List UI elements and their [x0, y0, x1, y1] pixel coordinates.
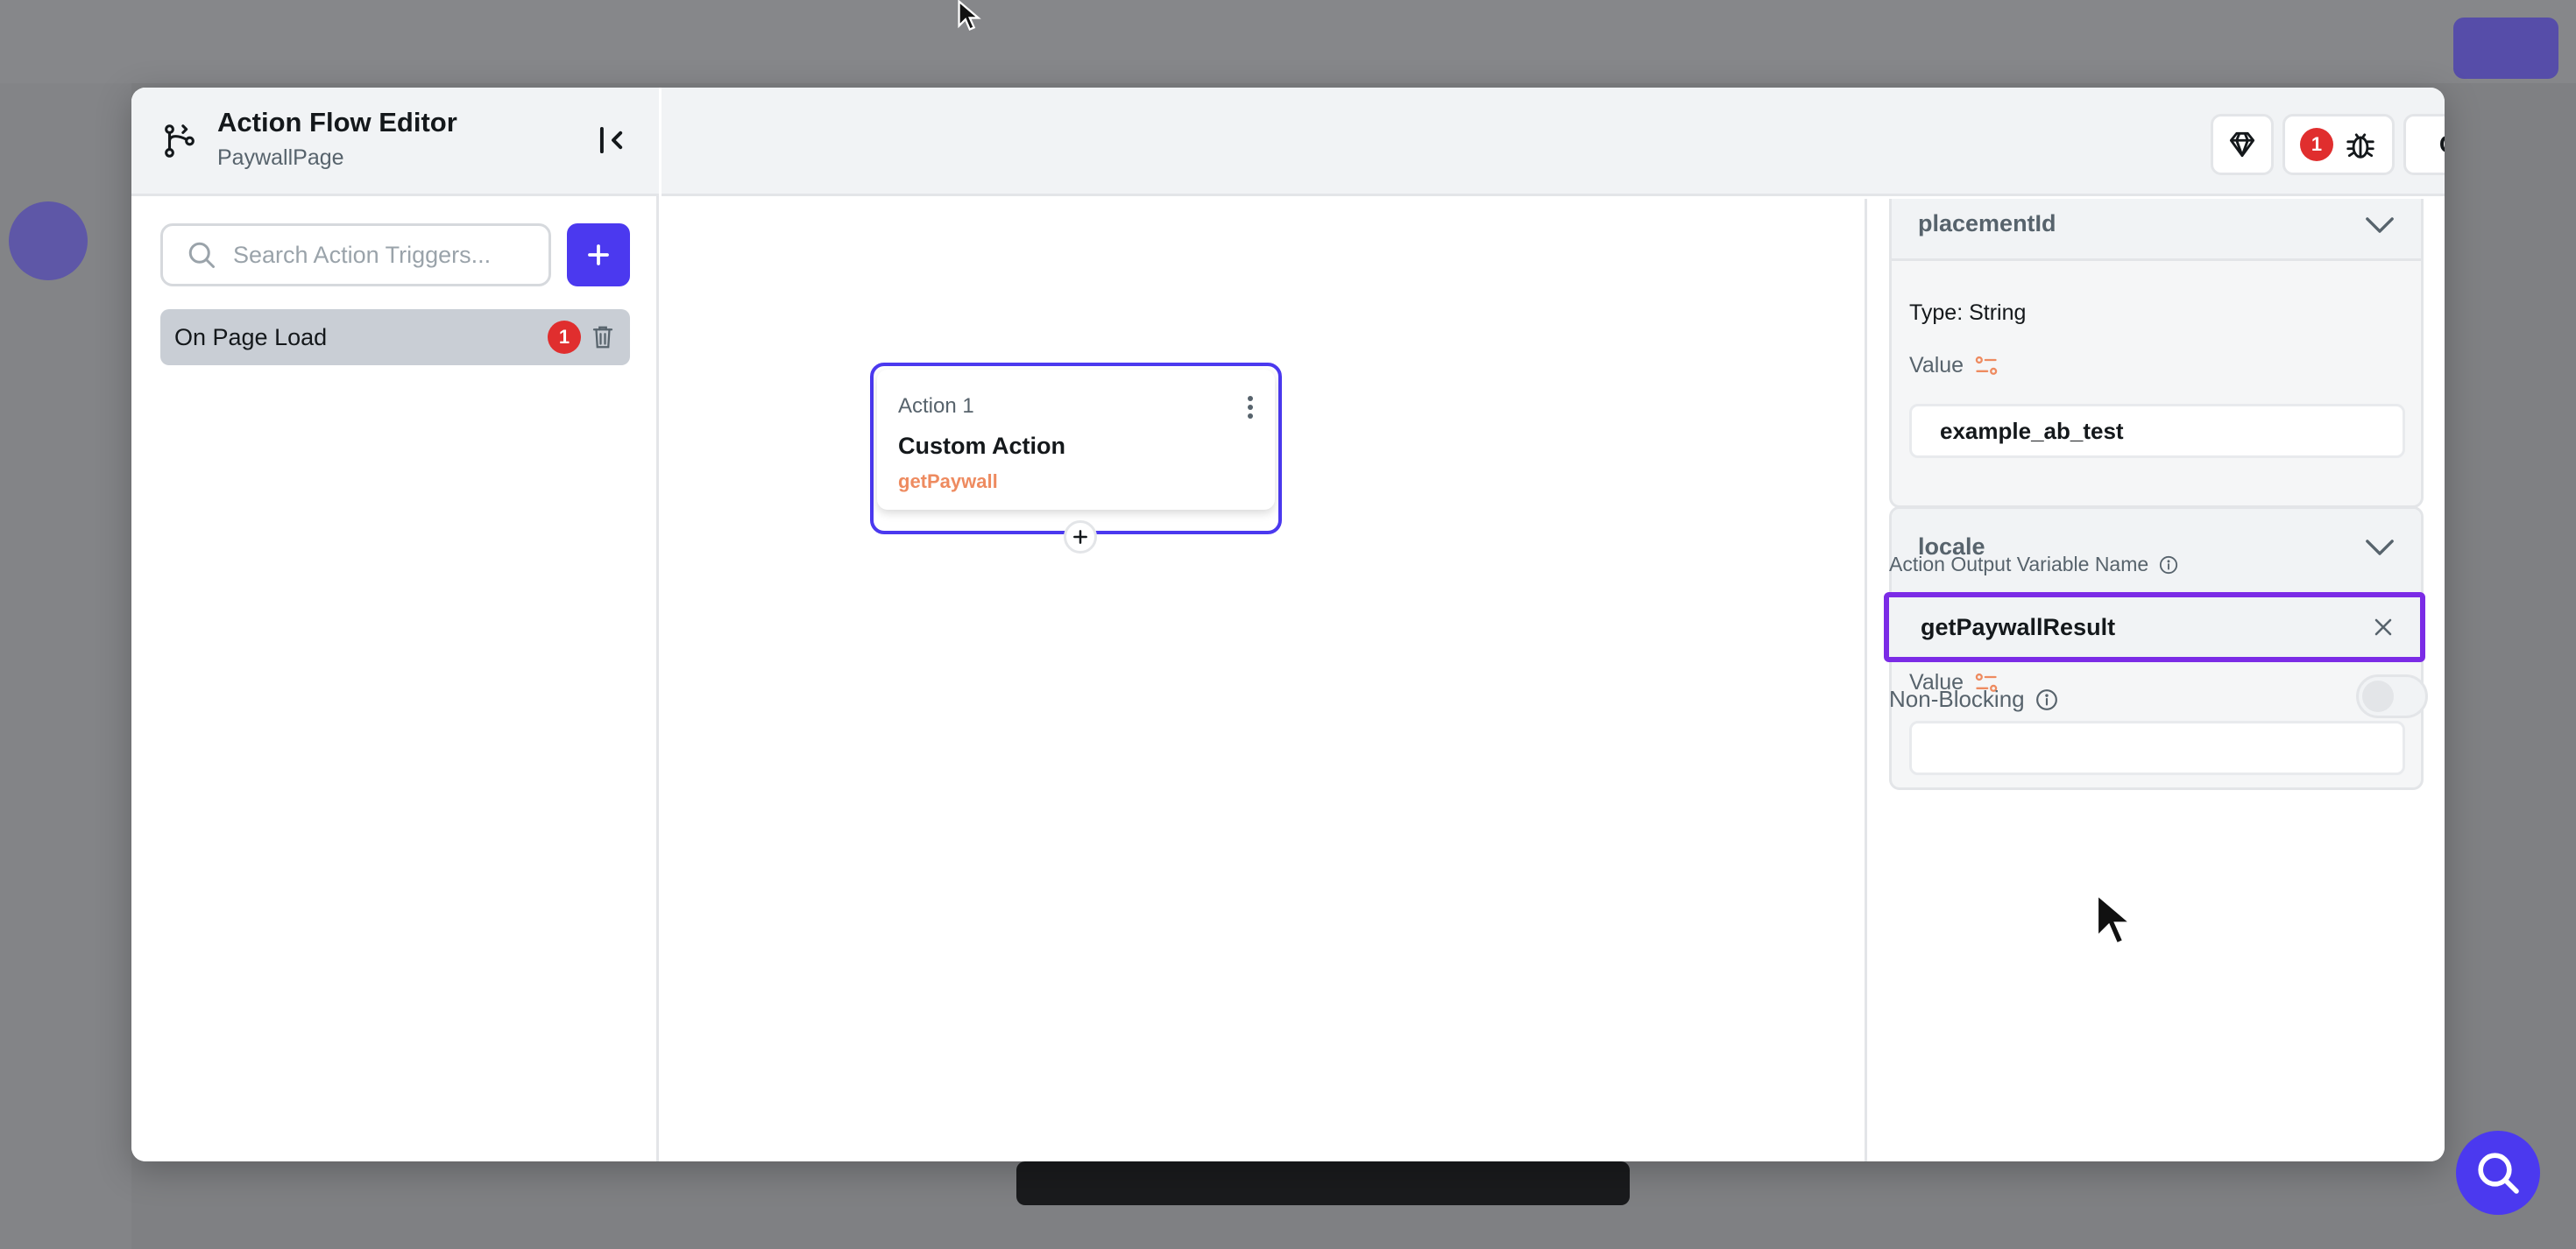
background-button [2453, 18, 2558, 79]
ai-assist-button[interactable] [2211, 114, 2274, 175]
plus-icon [1073, 530, 1087, 544]
triggers-panel: Action Flow Editor PaywallPage On Page L… [131, 88, 659, 1161]
background-topbar [0, 0, 2576, 83]
search-icon [188, 242, 215, 268]
param-value-label: Value [1909, 353, 1999, 378]
error-badge: 1 [548, 321, 581, 354]
debug-issues-button[interactable]: 1 [2282, 114, 2395, 175]
add-trigger-button[interactable] [567, 223, 630, 286]
editor-header: Action Flow Editor PaywallPage [131, 88, 659, 196]
param-header[interactable]: locale [1892, 509, 2421, 595]
chevron-down-icon[interactable] [2365, 215, 2395, 235]
search-input[interactable] [233, 241, 531, 269]
trash-icon[interactable] [591, 324, 614, 350]
background-avatar [9, 201, 88, 280]
mouse-cursor-icon [2094, 890, 2136, 948]
action-flow-editor-modal: Action Flow Editor PaywallPage On Page L… [131, 88, 2445, 1161]
chevron-down-icon[interactable] [2365, 538, 2395, 557]
info-icon[interactable] [2159, 555, 2178, 575]
non-blocking-text: Non-Blocking [1889, 686, 2025, 712]
param-value-input[interactable] [1909, 721, 2405, 775]
issue-count-badge: 1 [2300, 128, 2333, 161]
param-header[interactable]: placementId [1892, 199, 2421, 261]
param-name: placementId [1918, 210, 2056, 236]
collapse-panel-icon[interactable] [596, 124, 631, 156]
non-blocking-label: Non-Blocking [1889, 686, 2058, 713]
toggle-knob [2362, 681, 2394, 712]
search-icon [2478, 1153, 2519, 1194]
param-value-input[interactable]: example_ab_test [1909, 404, 2405, 458]
action-node-title: Custom Action [898, 433, 1065, 459]
action-node-subtitle: getPaywall [898, 470, 998, 492]
action-node-label: Action 1 [898, 394, 974, 418]
param-type: Type: String [1909, 300, 2027, 325]
close-button[interactable]: Close [2403, 114, 2445, 175]
variable-settings-icon[interactable] [1974, 354, 1999, 378]
value-label-text: Value [1909, 353, 1964, 378]
action-properties-panel: placementId Type: String Value example_a… [1865, 199, 2445, 1161]
output-label-text: Action Output Variable Name [1889, 553, 2149, 575]
param-card-placementid: placementId Type: String Value example_a… [1889, 199, 2424, 508]
page-title: Action Flow Editor [217, 107, 457, 138]
trigger-item-on-page-load[interactable]: On Page Load 1 [160, 309, 630, 365]
flow-canvas[interactable]: Action 1 Custom Action getPaywall [662, 199, 1866, 1161]
editor-toolbar: 1 Close [662, 88, 2445, 196]
output-variable-label: Action Output Variable Name [1889, 553, 2178, 576]
clear-icon[interactable] [2373, 617, 2394, 638]
bug-icon [2346, 133, 2374, 159]
page-subtitle: PaywallPage [217, 145, 344, 170]
action-node[interactable]: Action 1 Custom Action getPaywall [870, 363, 1282, 554]
mouse-cursor-icon [958, 0, 981, 32]
gem-icon [2229, 131, 2255, 158]
action-flow-icon [165, 124, 195, 158]
trigger-label: On Page Load [174, 323, 328, 350]
more-vertical-icon[interactable] [1243, 394, 1257, 420]
action-node-card: Action 1 Custom Action getPaywall [877, 370, 1275, 510]
info-icon[interactable] [2035, 688, 2058, 711]
help-search-button[interactable] [2456, 1131, 2540, 1215]
add-action-button[interactable] [1064, 520, 1097, 554]
output-variable-input[interactable]: getPaywallResult [1884, 592, 2425, 662]
non-blocking-toggle[interactable] [2356, 674, 2428, 718]
output-variable-value[interactable]: getPaywallResult [1921, 614, 2373, 641]
plus-icon [588, 244, 609, 265]
search-triggers[interactable] [160, 223, 551, 286]
background-bar [1016, 1161, 1630, 1205]
